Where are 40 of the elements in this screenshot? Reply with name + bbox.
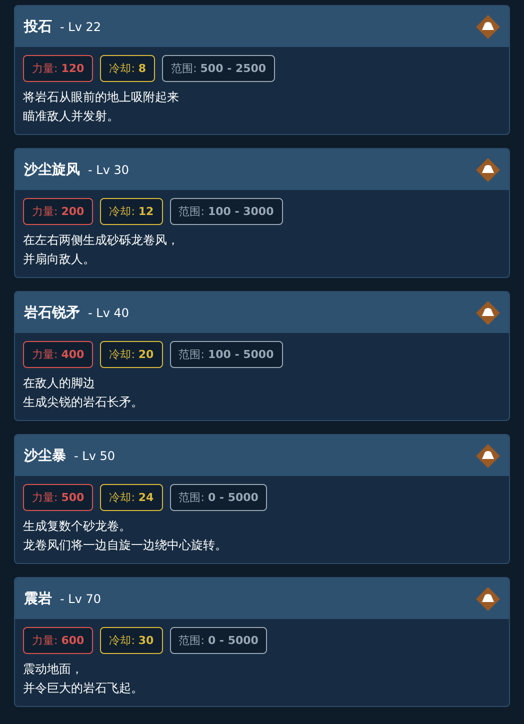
description-line: 并令巨大的岩石飞起。 — [23, 680, 144, 697]
stat-tag: 范围: 100 - 5000 — [170, 341, 283, 368]
stat-tag: 冷却: 30 — [100, 627, 163, 654]
stat-tag: 范围: 0 - 5000 — [170, 484, 268, 511]
description-line: 将岩石从眼前的地上吸附起来 — [23, 89, 180, 106]
stat-tag: 力量: 600 — [23, 627, 94, 654]
rock-icon — [475, 300, 501, 326]
stat-tag: 力量: 120 — [23, 55, 94, 82]
skill-level: - Lv 70 — [60, 592, 102, 606]
description-line: 在左右两侧生成砂砾龙卷风， — [23, 232, 180, 249]
rock-icon — [475, 586, 501, 612]
stat-tag: 冷却: 12 — [100, 198, 163, 225]
rock-icon — [475, 442, 501, 468]
rock-icon — [475, 156, 501, 182]
skill-name: 沙尘旋风 — [24, 160, 80, 178]
stat-tag: 冷却: 20 — [100, 341, 163, 368]
skill-name: 沙尘暴 — [24, 446, 66, 464]
description-line: 并扇向敌人。 — [23, 251, 96, 268]
skill-name: 震岩 — [24, 590, 52, 608]
stat-tag: 冷却: 24 — [100, 484, 163, 511]
stat-tag: 力量: 200 — [23, 198, 94, 225]
stat-tag: 范围: 500 - 2500 — [162, 55, 276, 82]
stat-tag: 力量: 500 — [23, 484, 94, 511]
stat-tag: 范围: 100 - 3000 — [170, 198, 283, 225]
description-line: 生成复数个砂龙卷。 — [23, 518, 132, 535]
skill-level: - Lv 22 — [60, 20, 102, 34]
skill-level: - Lv 40 — [88, 306, 130, 320]
description-line: 震动地面， — [23, 661, 84, 678]
skill-level: - Lv 30 — [88, 162, 130, 176]
rock-icon — [475, 14, 501, 40]
skill-level: - Lv 50 — [74, 448, 116, 462]
skill-name: 投石 — [24, 18, 52, 36]
description-line: 瞄准敌人并发射。 — [23, 108, 120, 125]
stat-tag: 冷却: 8 — [100, 55, 156, 82]
description-line: 生成尖锐的岩石长矛。 — [23, 394, 144, 411]
description-line: 在敌人的脚边 — [23, 375, 96, 392]
stat-tag: 力量: 400 — [23, 341, 94, 368]
stat-tag: 范围: 0 - 5000 — [170, 627, 268, 654]
skill-name: 岩石锐矛 — [24, 304, 80, 322]
description-line: 龙卷风们将一边自旋一边绕中心旋转。 — [23, 537, 228, 554]
